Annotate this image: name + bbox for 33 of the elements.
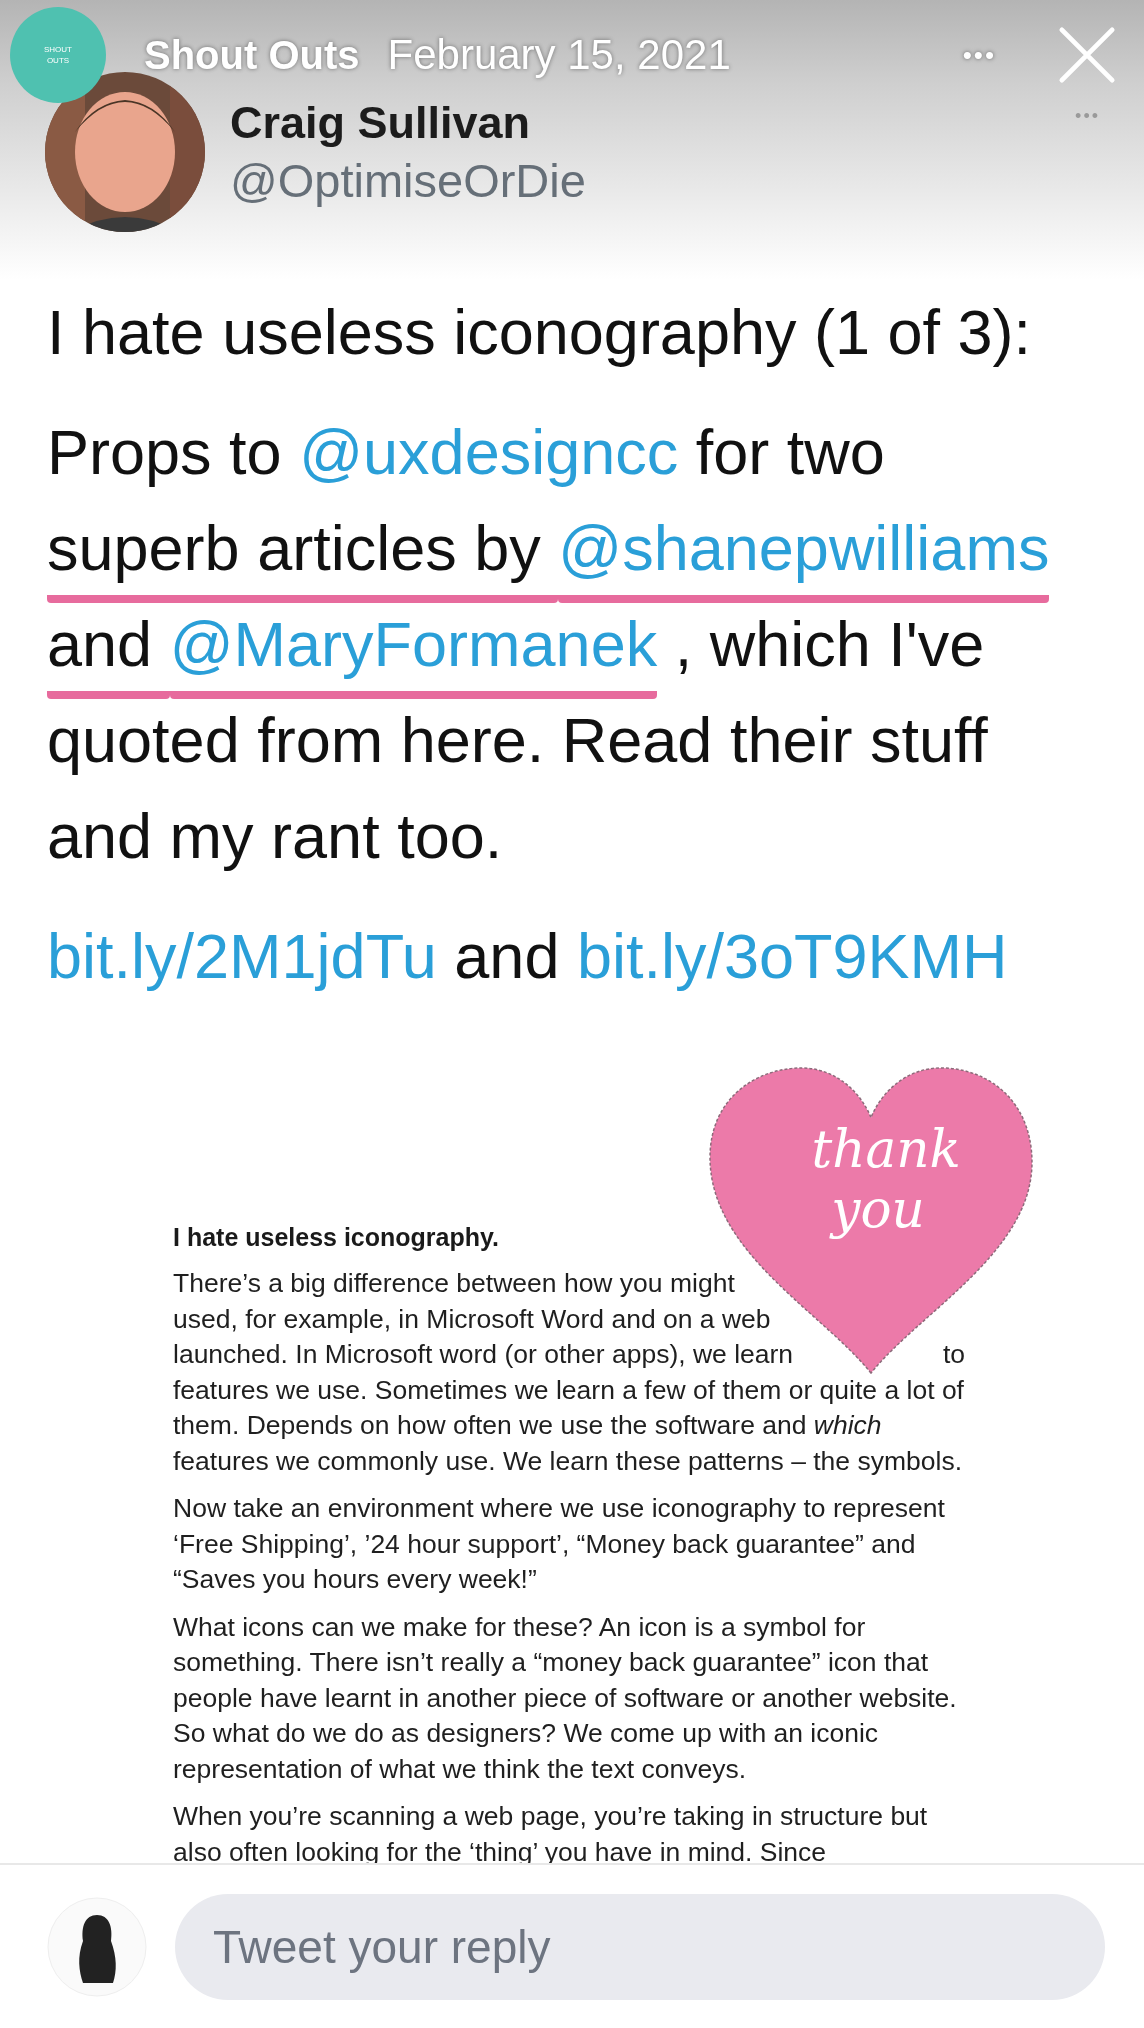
document-line: features we use. Sometimes we learn a few of them or quite a lot of: [173, 1373, 964, 1407]
sticker-text: thank: [811, 1119, 961, 1180]
document-line: them. Depends on how often we use the software and which: [173, 1409, 882, 1442]
document-heading: I hate useless iconography.: [173, 1223, 501, 1252]
document-line: What icons can we make for these? An icon is a symbol for: [173, 1610, 866, 1644]
tweet-menu-button[interactable]: •••: [1069, 105, 1106, 128]
author-handle[interactable]: @OptimiseOrDie: [230, 152, 586, 208]
document-line: There’s a big difference between how you might: [173, 1267, 735, 1300]
close-icon[interactable]: [1058, 26, 1116, 84]
document-line: When you’re scanning a web page, you’re taking in structure but: [173, 1800, 928, 1833]
tweet-text: I hate useless iconography (1 of 3):: [47, 296, 1033, 369]
document-line: ‘Free Shipping’, ’24 hour support’, “Money back guarantee” and: [173, 1527, 916, 1561]
document-line: to: [942, 1338, 965, 1371]
document-line: representation of what we think the text conveys.: [173, 1752, 746, 1786]
document-line: launched. In Microsoft word (or other apps), we learn: [173, 1338, 794, 1371]
reply-field[interactable]: Tweet your reply: [175, 1893, 1105, 2000]
document-line: people have learnt in another piece of software or another website.: [173, 1681, 957, 1715]
story-date: February 15, 2021: [387, 31, 731, 79]
sticker-text: you: [831, 1178, 925, 1239]
url-link[interactable]: bit.ly/2M1jdTu: [47, 921, 437, 991]
mention-link[interactable]: @uxdesigncc: [299, 417, 679, 487]
tweet-text: bit.ly/2M1jdTu and bit.ly/3oT9KMH: [47, 920, 1009, 993]
document-line: Now take an environment where we use iconography to represent: [173, 1492, 945, 1525]
url-link[interactable]: bit.ly/3oT9KMH: [576, 921, 1008, 991]
author-name[interactable]: Craig Sullivan: [230, 96, 586, 149]
document-line: So what do we do as designers? We come up with an iconic: [173, 1717, 879, 1750]
document-line: something. There isn’t really a “money back guarantee” icon that: [173, 1646, 929, 1679]
document-line: features we commonly use. We learn these patterns – the symbols.: [173, 1444, 962, 1478]
document-line: “Saves you hours every week!”: [173, 1563, 537, 1596]
tweet-text: Props to @uxdesigncc for two superb articles by @shanepwilliams and @MaryFormanek , which I've quoted from here. Read their stuff and my rant too.: [47, 416, 1051, 873]
document-line: used, for example, in Microsoft Word and on a web: [173, 1302, 771, 1336]
account-name[interactable]: Shout Outs: [144, 32, 360, 78]
more-button[interactable]: •••: [958, 35, 1000, 75]
